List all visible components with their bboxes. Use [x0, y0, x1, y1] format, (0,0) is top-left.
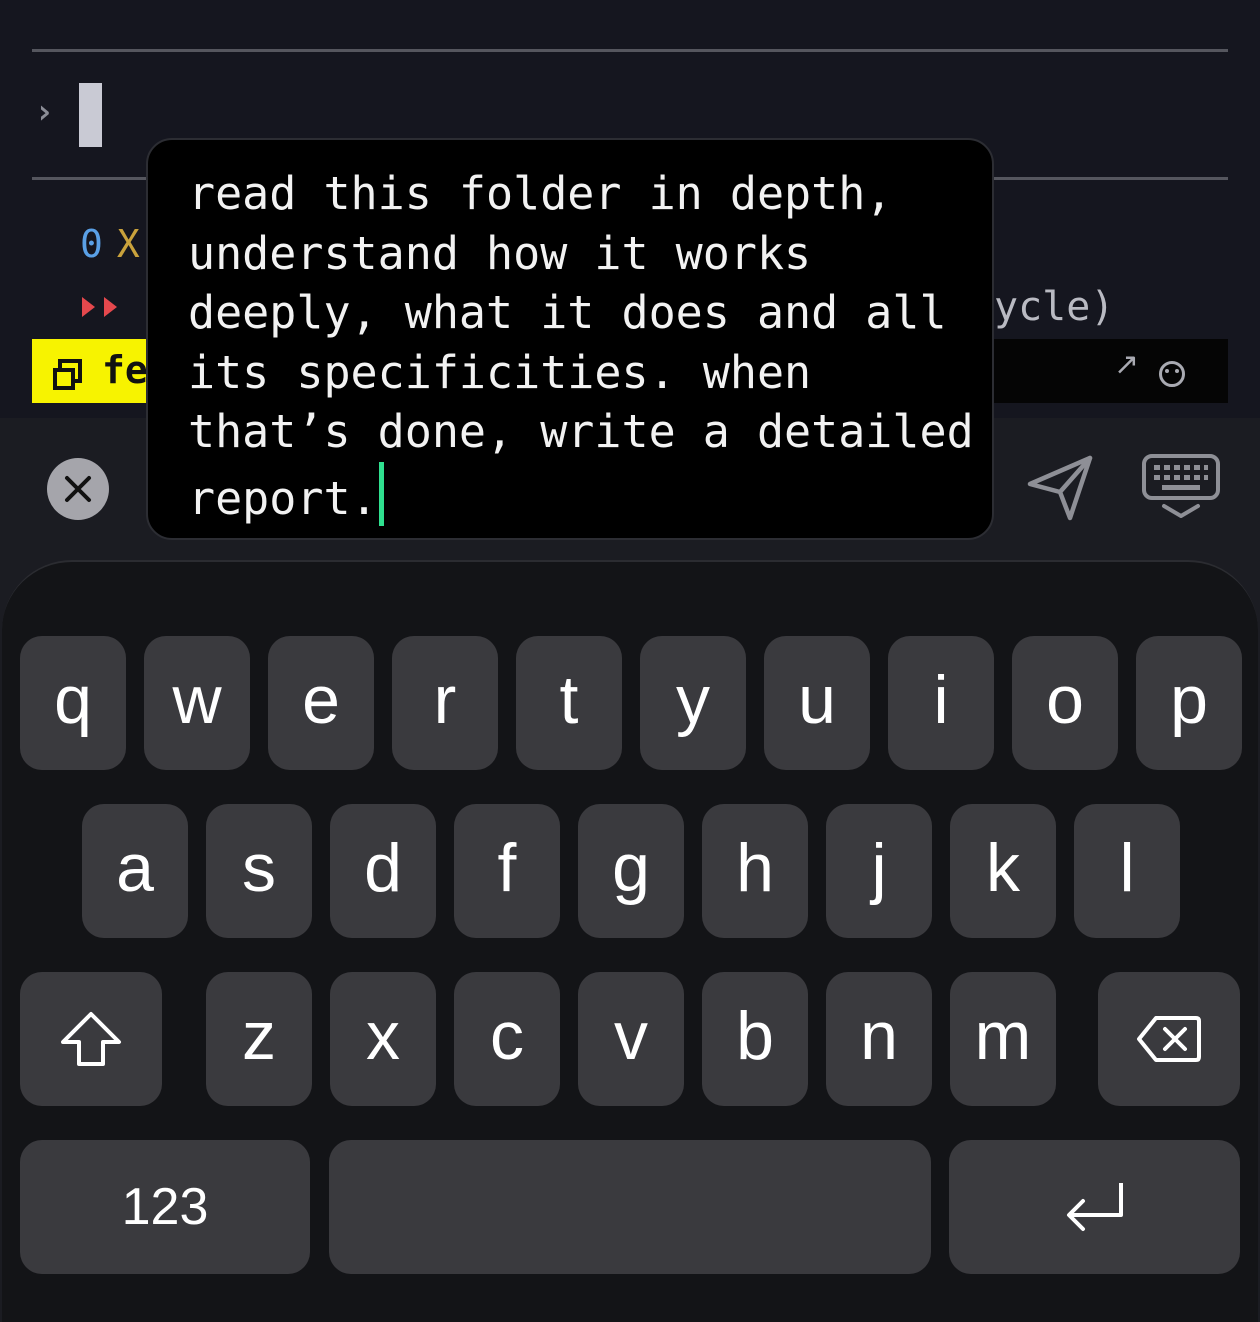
return-key[interactable] — [949, 1140, 1240, 1274]
key-label: g — [612, 830, 650, 906]
key-label: p — [1170, 662, 1208, 738]
key-h[interactable]: h — [702, 804, 808, 938]
status-count: 0 — [80, 222, 103, 266]
key-z[interactable]: z — [206, 972, 312, 1106]
key-y[interactable]: y — [640, 636, 746, 770]
mode-hint: ycle) — [994, 284, 1115, 330]
key-a[interactable]: a — [82, 804, 188, 938]
status-line: 0X — [80, 222, 140, 266]
delete-icon — [1137, 1016, 1201, 1062]
shift-icon — [61, 1012, 121, 1066]
text-cursor — [378, 461, 384, 526]
key-label: u — [798, 662, 836, 738]
shift-key[interactable] — [20, 972, 162, 1106]
expand-arrow-icon[interactable]: ↗ — [1114, 347, 1139, 382]
key-label: f — [497, 830, 517, 906]
copy-icon — [53, 359, 82, 390]
key-k[interactable]: k — [950, 804, 1056, 938]
close-button[interactable] — [47, 458, 109, 520]
key-t[interactable]: t — [516, 636, 622, 770]
status-badge[interactable]: fe — [32, 339, 152, 403]
keyboard-dismiss-icon — [1142, 454, 1220, 518]
key-label: k — [986, 830, 1020, 906]
key-j[interactable]: j — [826, 804, 932, 938]
key-label: j — [871, 830, 887, 906]
delete-key[interactable] — [1098, 972, 1240, 1106]
prompt-glyph: › — [34, 92, 55, 132]
on-screen-keyboard: q w e r t y u i o p a s d f g h j k l z x c v b nm 123 — [2, 560, 1258, 1322]
key-g[interactable]: g — [578, 804, 684, 938]
key-label: o — [1046, 662, 1084, 738]
key-label: y — [676, 662, 710, 738]
key-label: c — [490, 998, 524, 1074]
send-button[interactable] — [1024, 448, 1098, 528]
key-v[interactable]: v — [578, 972, 684, 1106]
key-label: i — [933, 662, 949, 738]
space-key[interactable] — [329, 1140, 931, 1274]
key-n[interactable]: n — [826, 972, 932, 1106]
key-label: a — [116, 830, 154, 906]
key-label: h — [736, 830, 774, 906]
key-l[interactable]: l — [1074, 804, 1180, 938]
key-label: l — [1119, 830, 1135, 906]
key-label: z — [242, 998, 276, 1074]
key-label: b — [736, 998, 774, 1074]
key-label: d — [364, 830, 402, 906]
key-e[interactable]: e — [268, 636, 374, 770]
key-f[interactable]: f — [454, 804, 560, 938]
terminal-cursor — [79, 83, 102, 147]
send-icon — [1027, 455, 1093, 521]
key-w[interactable]: w — [144, 636, 250, 770]
key-label: m — [974, 998, 1032, 1074]
key-q[interactable]: q — [20, 636, 126, 770]
face-icon[interactable] — [1159, 361, 1185, 387]
top-divider — [32, 49, 1228, 52]
status-x: X — [116, 222, 140, 266]
prompt-input-value: read this folder in depth, understand ho… — [188, 167, 1001, 525]
key-c[interactable]: c — [454, 972, 560, 1106]
key-r[interactable]: r — [392, 636, 498, 770]
key-p[interactable]: p — [1136, 636, 1242, 770]
close-icon — [65, 476, 91, 502]
key-i[interactable]: i — [888, 636, 994, 770]
key-label: s — [242, 830, 276, 906]
key-x[interactable]: x — [330, 972, 436, 1106]
key-d[interactable]: d — [330, 804, 436, 938]
numbers-key[interactable]: 123 — [20, 1140, 310, 1274]
key-label: r — [433, 662, 457, 738]
key-o[interactable]: o — [1012, 636, 1118, 770]
key-label: w — [172, 662, 222, 738]
key-b[interactable]: b — [702, 972, 808, 1106]
key-label: n — [860, 998, 898, 1074]
badge-label: fe — [102, 348, 148, 392]
prompt-input-popup[interactable]: read this folder in depth, understand ho… — [146, 138, 994, 540]
key-label: q — [54, 662, 92, 738]
return-icon — [1066, 1183, 1123, 1231]
key-label: v — [614, 998, 648, 1074]
key-label: e — [302, 662, 340, 738]
key-label: x — [366, 998, 400, 1074]
dismiss-keyboard-button[interactable] — [1140, 452, 1222, 526]
key-m[interactable]: m — [950, 972, 1056, 1106]
key-s[interactable]: s — [206, 804, 312, 938]
prompt-input-text[interactable]: read this folder in depth, understand ho… — [188, 164, 978, 528]
key-u[interactable]: u — [764, 636, 870, 770]
key-label: t — [559, 662, 579, 738]
